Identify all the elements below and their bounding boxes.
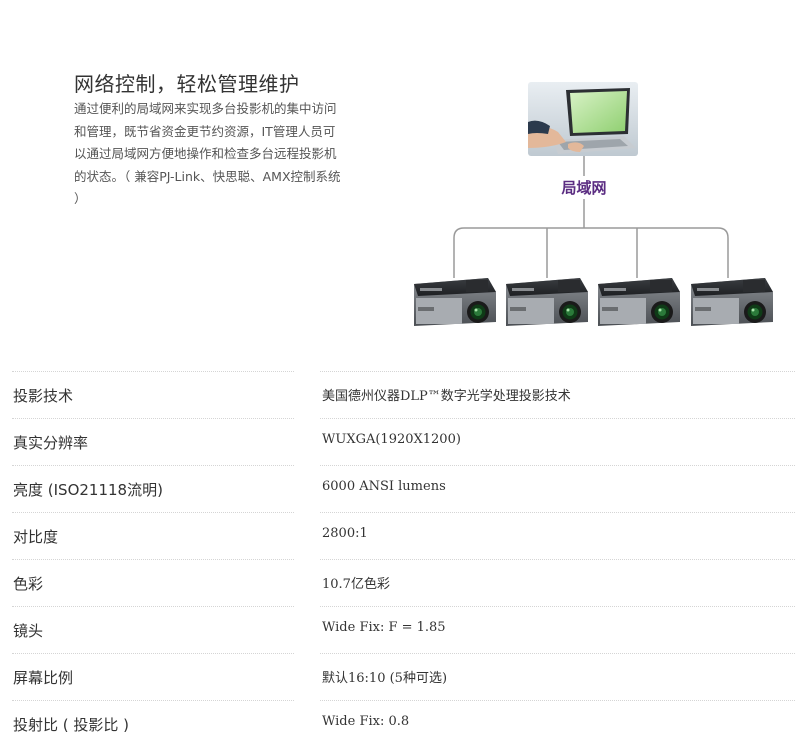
- row-divider: [12, 418, 294, 419]
- spec-value: Wide Fix: 0.8: [322, 714, 410, 729]
- spec-table: 投影技术 美国德州仪器DLP™数字光学处理投影技术 真实分辨率 WUXGA(19…: [12, 371, 795, 747]
- row-divider: [12, 371, 294, 372]
- spec-label: 投射比 ( 投影比 ): [13, 716, 130, 734]
- row-divider: [12, 700, 294, 701]
- spec-label: 镜头: [13, 622, 44, 640]
- spec-row: 镜头 Wide Fix: F = 1.85: [12, 606, 795, 653]
- row-divider: [320, 559, 795, 560]
- spec-value: 默认16:10 (5种可选): [322, 671, 448, 686]
- laptop-icon: [528, 82, 638, 156]
- spec-label: 真实分辨率: [13, 434, 89, 452]
- spec-value: WUXGA(1920X1200): [322, 432, 461, 447]
- spec-label: 色彩: [13, 575, 44, 593]
- lan-label: 局域网: [561, 179, 607, 197]
- spec-value: Wide Fix: F = 1.85: [322, 620, 446, 635]
- spec-row: 对比度 2800:1: [12, 512, 795, 559]
- row-divider: [12, 653, 294, 654]
- row-divider: [320, 465, 795, 466]
- feature-title: 网络控制，轻松管理维护: [74, 72, 300, 96]
- projector-icon: [592, 274, 682, 330]
- row-divider: [320, 653, 795, 654]
- spec-label: 亮度 (ISO21118流明): [13, 481, 163, 499]
- network-diagram: 局域网: [404, 80, 784, 340]
- spec-row: 真实分辨率 WUXGA(1920X1200): [12, 418, 795, 465]
- row-divider: [320, 418, 795, 419]
- spec-label: 投影技术: [13, 387, 74, 405]
- spec-value: 6000 ANSI lumens: [322, 479, 446, 494]
- spec-row: 屏幕比例 默认16:10 (5种可选): [12, 653, 795, 700]
- row-divider: [320, 371, 795, 372]
- spec-value: 10.7亿色彩: [322, 577, 390, 592]
- spec-label: 屏幕比例: [13, 669, 74, 687]
- row-divider: [320, 606, 795, 607]
- spec-row: 色彩 10.7亿色彩: [12, 559, 795, 606]
- spec-value: 美国德州仪器DLP™数字光学处理投影技术: [322, 389, 571, 404]
- spec-value: 2800:1: [322, 526, 368, 541]
- row-divider: [12, 606, 294, 607]
- projector-icon: [500, 274, 590, 330]
- row-divider: [12, 559, 294, 560]
- row-divider: [320, 700, 795, 701]
- spec-row: 投射比 ( 投影比 ) Wide Fix: 0.8: [12, 700, 795, 747]
- row-divider: [320, 512, 795, 513]
- spec-row: 亮度 (ISO21118流明) 6000 ANSI lumens: [12, 465, 795, 512]
- row-divider: [12, 465, 294, 466]
- projector-icon: [685, 274, 775, 330]
- projector-icon: [408, 274, 498, 330]
- feature-description: 通过便利的局域网来实现多台投影机的集中访问和管理，既节省资金更节约资源，IT管理…: [74, 101, 341, 207]
- spec-label: 对比度: [13, 528, 59, 546]
- spec-row: 投影技术 美国德州仪器DLP™数字光学处理投影技术: [12, 371, 795, 418]
- row-divider: [12, 512, 294, 513]
